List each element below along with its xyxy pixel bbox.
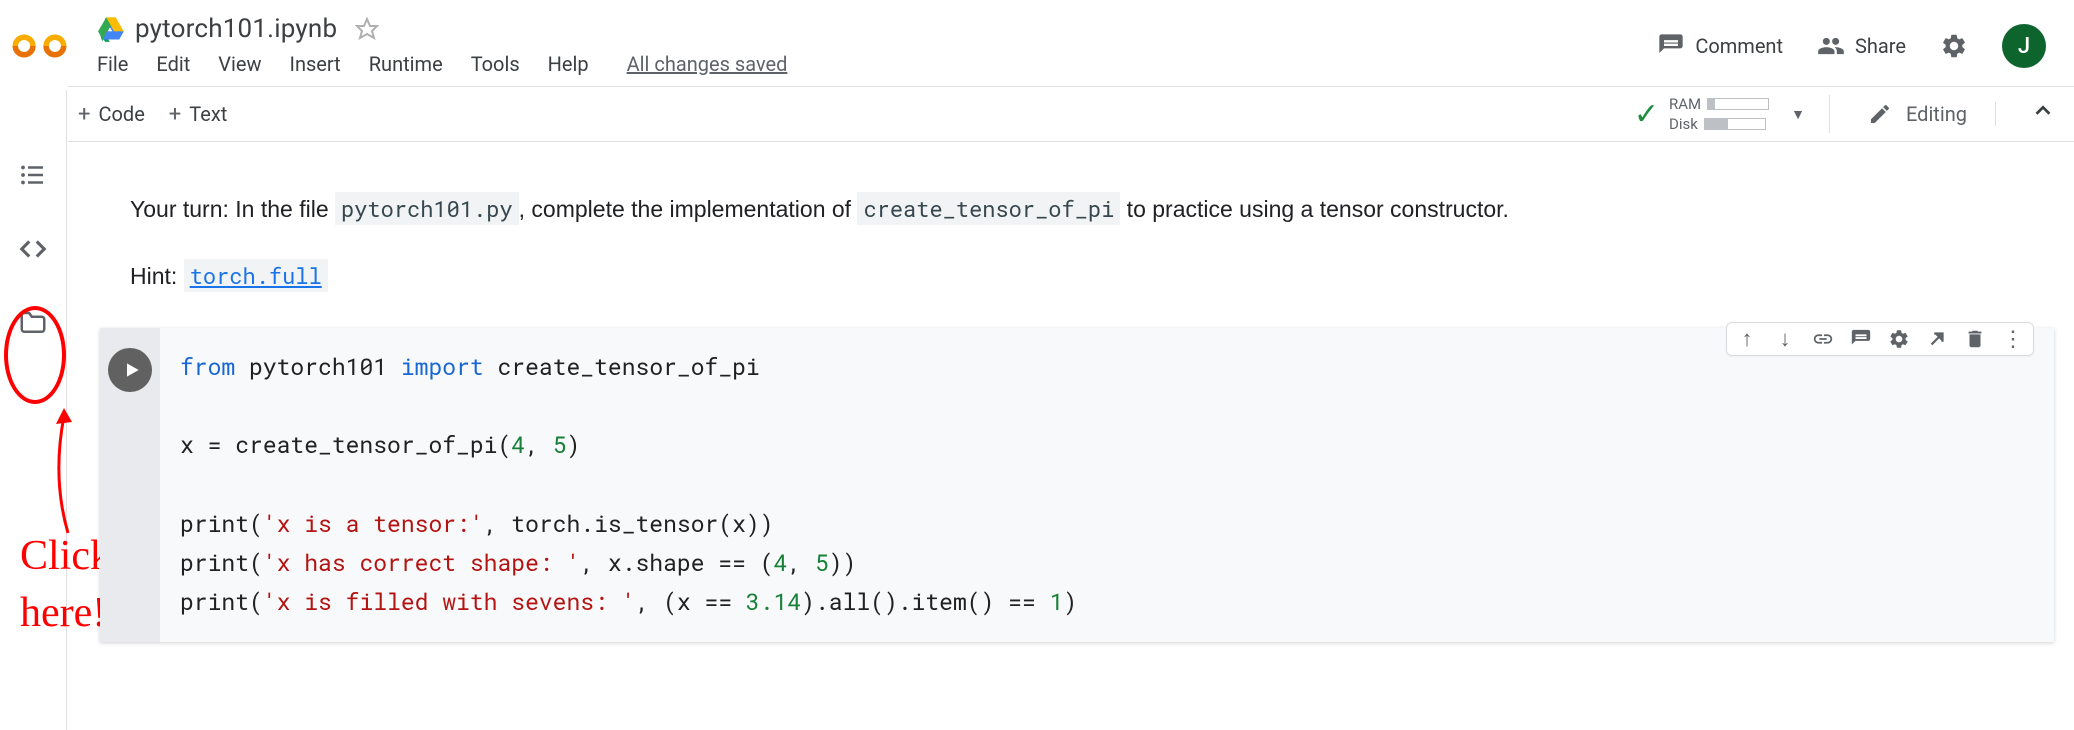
- check-icon: ✓: [1634, 97, 1659, 132]
- connection-status[interactable]: ✓ RAM Disk ▼: [1634, 95, 1830, 133]
- add-text-label: Text: [189, 102, 227, 126]
- more-cell-actions-icon[interactable]: ⋮: [2001, 327, 2025, 351]
- table-of-contents-icon[interactable]: [18, 160, 48, 190]
- hint-link[interactable]: torch.full: [184, 259, 328, 292]
- text-prefix: Your turn: In the file: [130, 196, 335, 222]
- pencil-icon: [1868, 102, 1892, 126]
- menu-edit[interactable]: Edit: [156, 52, 190, 76]
- menu-help[interactable]: Help: [548, 52, 589, 76]
- menu-runtime[interactable]: Runtime: [369, 52, 443, 76]
- code-editor[interactable]: from pytorch101 import create_tensor_of_…: [160, 328, 2054, 642]
- cell-actions-toolbar: ↑ ↓ ⋮: [1726, 322, 2034, 356]
- resource-dropdown-icon[interactable]: ▼: [1791, 106, 1805, 123]
- inline-code-filename: pytorch101.py: [335, 192, 519, 225]
- people-icon: [1817, 32, 1845, 60]
- text-cell: Your turn: In the file pytorch101.py, co…: [100, 150, 2054, 316]
- menu-view[interactable]: View: [218, 52, 261, 76]
- sidebar-divider: [66, 90, 67, 730]
- move-cell-down-icon[interactable]: ↓: [1773, 327, 1797, 351]
- save-status[interactable]: All changes saved: [627, 52, 788, 76]
- code-snippets-icon[interactable]: [18, 234, 48, 264]
- add-code-button[interactable]: + Code: [78, 102, 145, 127]
- add-code-label: Code: [98, 102, 144, 126]
- avatar[interactable]: J: [2002, 24, 2046, 68]
- ram-label: RAM: [1669, 95, 1701, 113]
- drive-icon: [97, 15, 125, 43]
- editing-mode-button[interactable]: Editing: [1840, 102, 1996, 126]
- settings-icon[interactable]: [1940, 32, 1968, 60]
- run-cell-button[interactable]: [108, 348, 152, 392]
- share-button[interactable]: Share: [1817, 32, 1906, 60]
- menu-insert[interactable]: Insert: [290, 52, 341, 76]
- move-cell-up-icon[interactable]: ↑: [1735, 327, 1759, 351]
- notebook-title[interactable]: pytorch101.ipynb: [135, 14, 337, 44]
- collapse-button[interactable]: [2006, 100, 2054, 128]
- comment-icon: [1657, 32, 1685, 60]
- editing-label: Editing: [1906, 102, 1967, 126]
- files-icon[interactable]: [18, 308, 48, 338]
- link-cell-icon[interactable]: [1811, 327, 1835, 351]
- ram-bar: [1707, 98, 1769, 110]
- text-mid: , complete the implementation of: [519, 196, 858, 222]
- star-icon[interactable]: [355, 17, 379, 41]
- cell-comment-icon[interactable]: [1849, 327, 1873, 351]
- text-suffix: to practice using a tensor constructor.: [1120, 196, 1509, 222]
- menu-file[interactable]: File: [97, 52, 128, 76]
- hint-prefix: Hint:: [130, 263, 184, 289]
- inline-code-funcname: create_tensor_of_pi: [857, 192, 1120, 225]
- code-cell[interactable]: from pytorch101 import create_tensor_of_…: [100, 328, 2054, 642]
- delete-cell-icon[interactable]: [1963, 327, 1987, 351]
- comment-label: Comment: [1695, 34, 1783, 58]
- comment-button[interactable]: Comment: [1657, 32, 1783, 60]
- play-icon: [122, 360, 142, 380]
- annotation-arrow: [50, 408, 90, 538]
- share-label: Share: [1855, 34, 1906, 58]
- disk-bar: [1704, 118, 1766, 130]
- open-in-tab-icon[interactable]: [1925, 327, 1949, 351]
- chevron-up-icon: [2032, 100, 2054, 122]
- plus-icon: +: [78, 102, 90, 127]
- add-text-button[interactable]: + Text: [169, 102, 228, 127]
- plus-icon: +: [169, 102, 181, 127]
- colab-logo[interactable]: [12, 18, 67, 73]
- menu-tools[interactable]: Tools: [471, 52, 520, 76]
- cell-settings-icon[interactable]: [1887, 327, 1911, 351]
- disk-label: Disk: [1669, 115, 1698, 133]
